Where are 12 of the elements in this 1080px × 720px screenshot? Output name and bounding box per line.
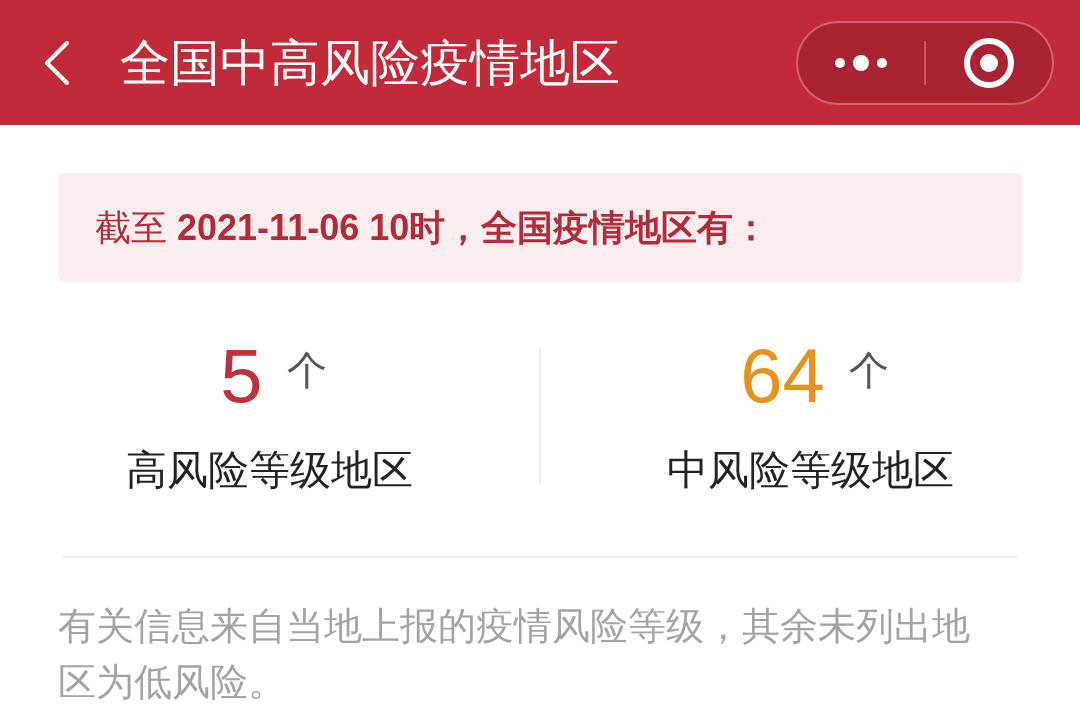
page-title: 全国中高风险疫情地区 (120, 37, 620, 88)
unit-label: 个 (848, 350, 889, 390)
risk-level-label: 高风险等级地区 (126, 446, 413, 494)
risk-count: 5 (220, 338, 263, 414)
more-icon[interactable] (835, 54, 887, 71)
banner-text: 截至 2021-11-06 10时，全国疫情地区有： (95, 205, 770, 250)
back-icon[interactable] (43, 40, 71, 85)
risk-count: 64 (740, 338, 825, 414)
info-note: 有关信息来自当地上报的疫情风险等级，其余未列出地区为低风险。 (58, 604, 971, 705)
target-icon[interactable] (963, 36, 1015, 89)
unit-label: 个 (286, 350, 327, 390)
risk-level-label: 中风险等级地区 (667, 446, 954, 494)
